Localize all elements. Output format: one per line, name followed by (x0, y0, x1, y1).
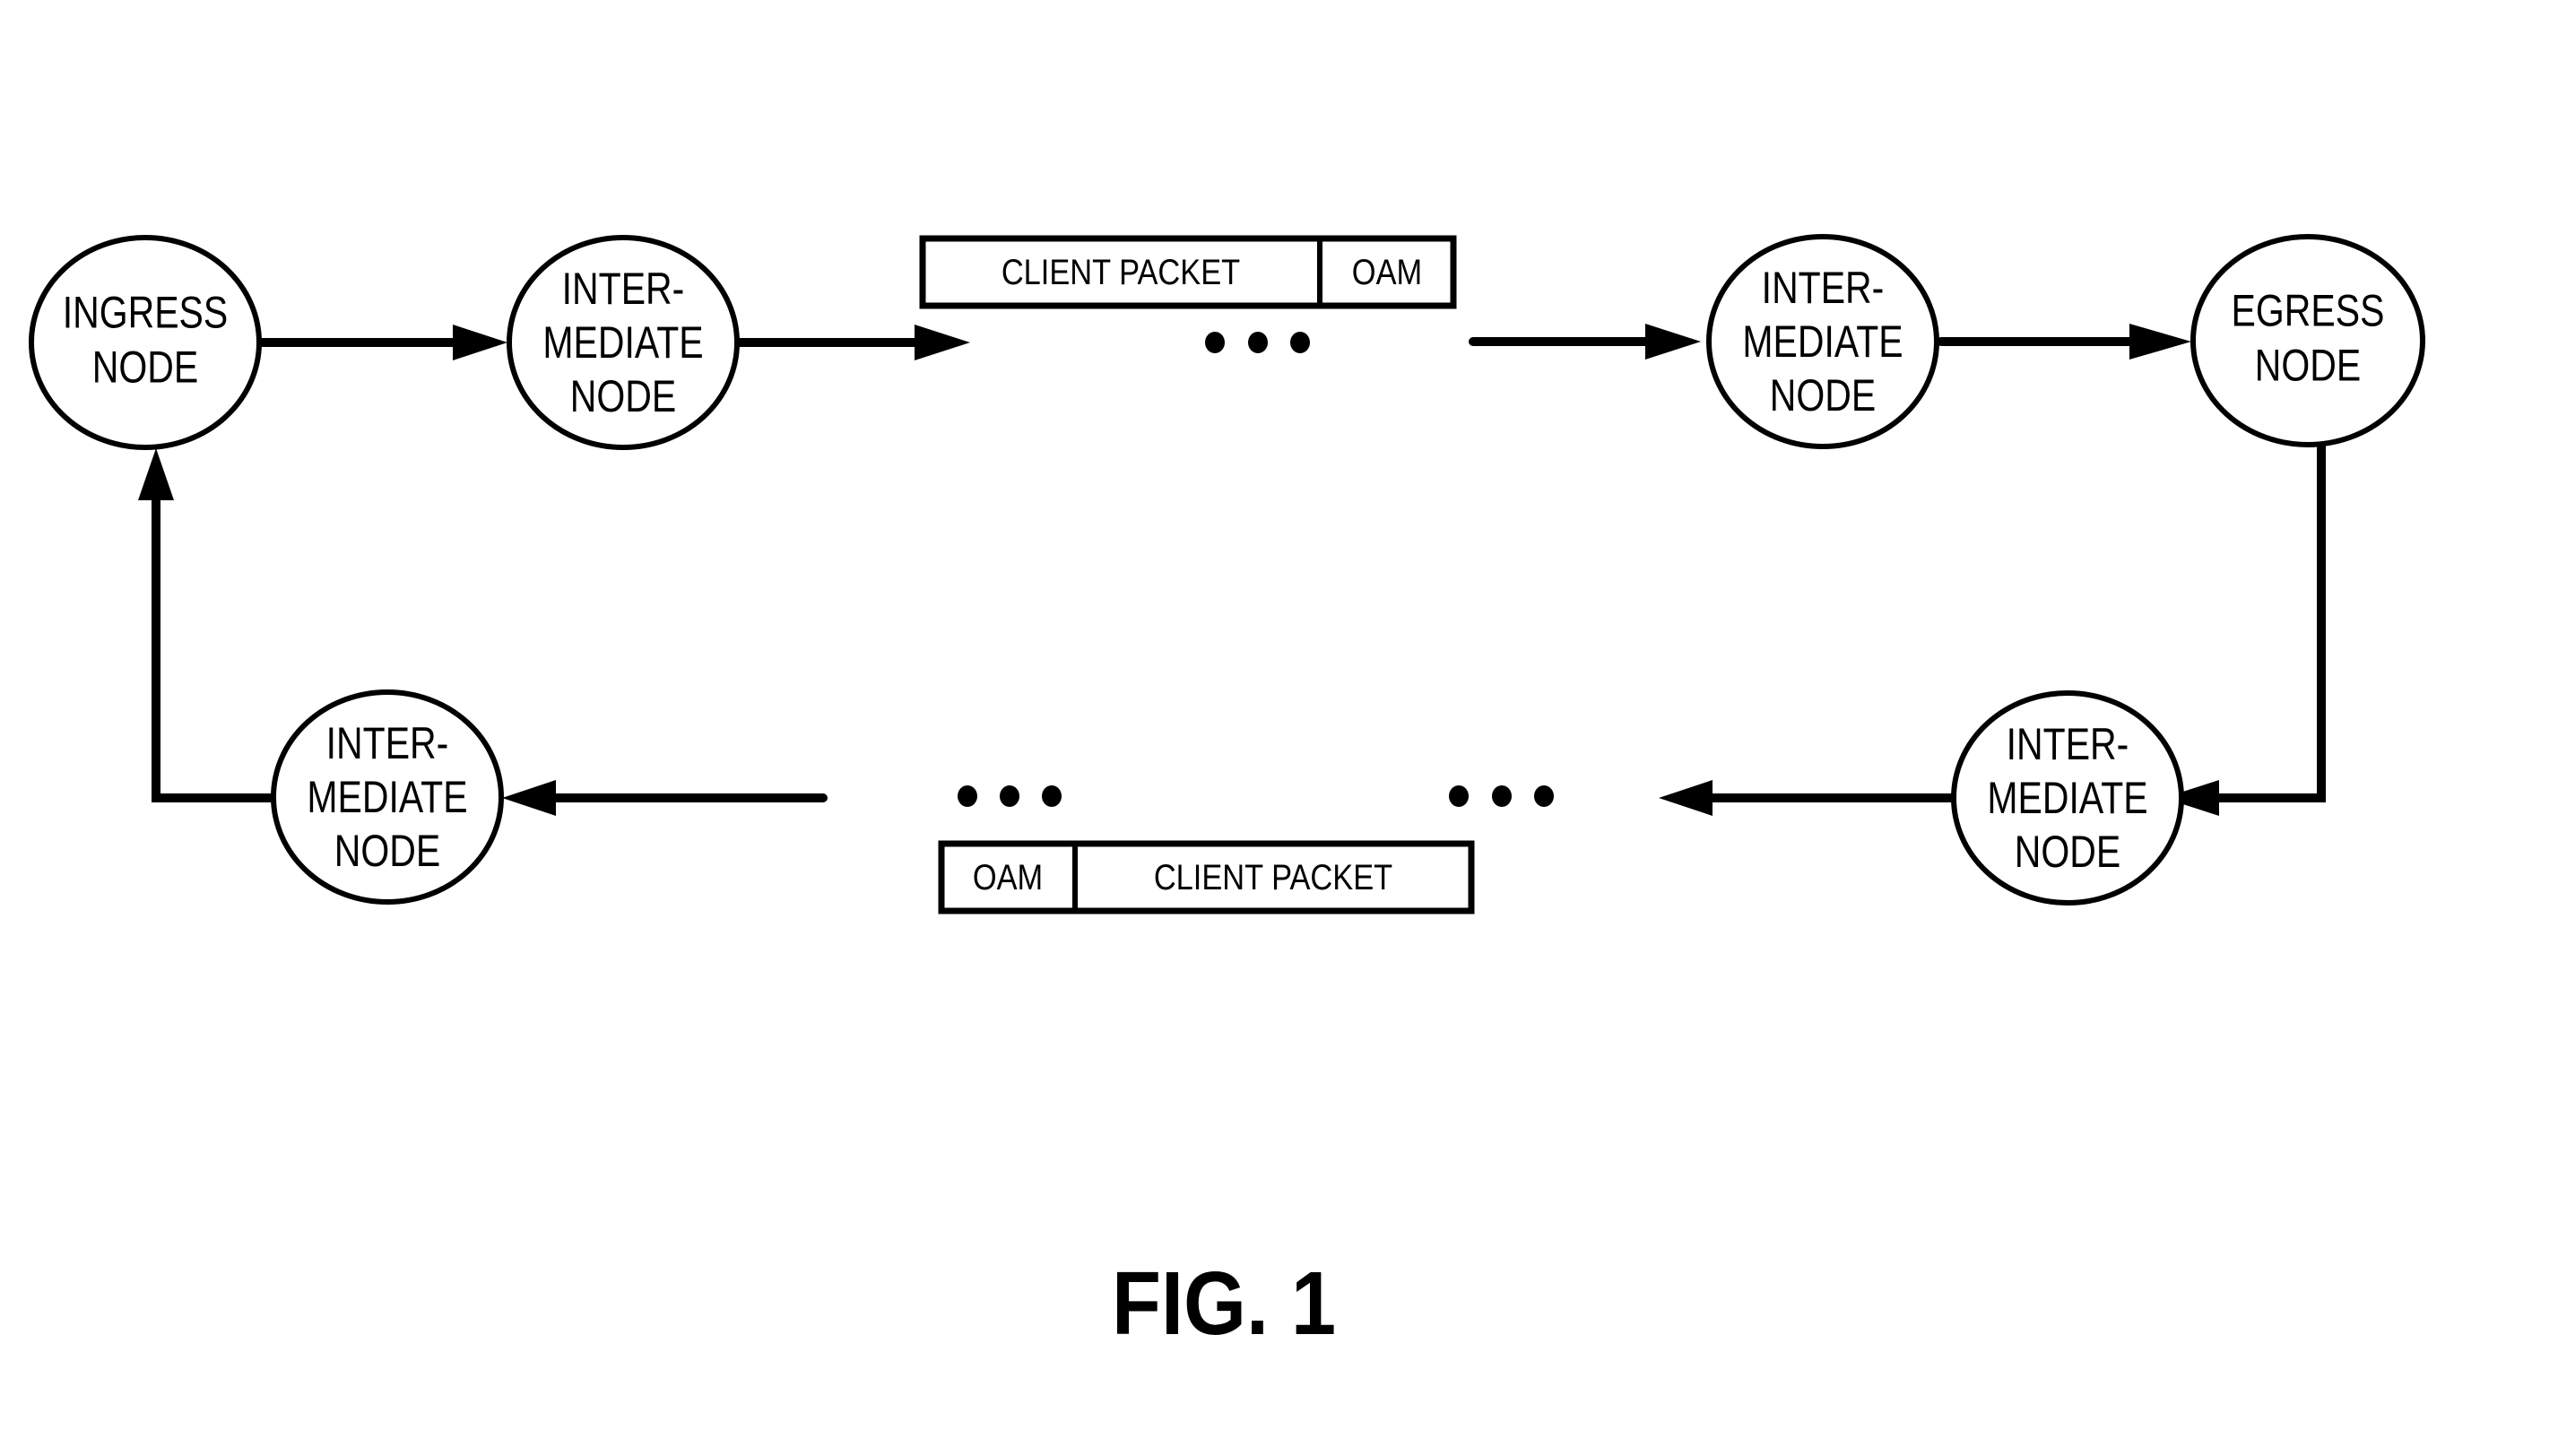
node-intermediate-3: INTER-MEDIATENODE (1951, 690, 2184, 906)
node-label-line: INTER- (562, 264, 685, 314)
ellipsis-bottom-left (958, 785, 1062, 807)
packet-return: OAM CLIENT PACKET (938, 840, 1475, 914)
node-label-line: INTER- (326, 718, 449, 768)
packet-field-client-packet: CLIENT PACKET (1154, 856, 1392, 897)
node-intermediate-4: INTER-MEDIATENODE (271, 689, 504, 905)
node-label-line: NODE (2255, 341, 2361, 391)
dot (1449, 785, 1469, 807)
network-loop-diagram: INGRESSNODEINTER-MEDIATENODEINTER-MEDIAT… (29, 234, 2425, 1354)
node-label-line: MEDIATE (307, 772, 467, 822)
dot (1248, 332, 1268, 353)
node-label-line: NODE (2015, 827, 2120, 877)
nodes: INGRESSNODEINTER-MEDIATENODEINTER-MEDIAT… (29, 234, 2425, 906)
arrowhead-up-icon (138, 448, 174, 500)
arrowhead-right-icon (915, 325, 970, 360)
edge-intermediate-4-to-ingress (152, 493, 278, 802)
dot (1205, 332, 1225, 353)
figure-caption: FIG. 1 (1112, 1254, 1336, 1354)
node-ingress: INGRESSNODE (29, 235, 262, 450)
dot (1000, 785, 1019, 807)
node-label-line: INTER- (1762, 263, 1885, 313)
node-egress: EGRESSNODE (2190, 234, 2425, 447)
dot (1290, 332, 1310, 353)
packet-forward: CLIENT PACKET OAM (919, 235, 1457, 309)
dot (1042, 785, 1062, 807)
ellipsis-top (1205, 332, 1310, 353)
arrowhead-right-icon (2129, 324, 2191, 360)
packet-field-oam: OAM (973, 856, 1043, 897)
ellipsis-bottom-right (1449, 785, 1554, 807)
packet-field-client-packet: CLIENT PACKET (1002, 251, 1240, 291)
node-label-line: INGRESS (63, 288, 229, 338)
arrowhead-left-icon (1659, 780, 1713, 816)
node-label-line: NODE (334, 826, 440, 876)
dot (958, 785, 977, 807)
arrowhead-right-icon (1645, 324, 1701, 360)
node-label-line: INTER- (2007, 719, 2129, 769)
dot (1492, 785, 1512, 807)
packet-field-oam: OAM (1352, 251, 1422, 291)
node-label-line: EGRESS (2232, 286, 2385, 336)
arrowhead-left-icon (502, 780, 556, 816)
edge-egress-to-intermediate-3 (2210, 439, 2326, 802)
dot (1534, 785, 1554, 807)
node-label-line: NODE (92, 342, 198, 393)
node-label-line: MEDIATE (1987, 773, 2147, 823)
node-label-line: MEDIATE (542, 317, 703, 368)
node-label-line: NODE (1770, 370, 1876, 420)
arrowhead-right-icon (453, 325, 507, 360)
node-label-line: NODE (570, 371, 676, 421)
node-intermediate-2: INTER-MEDIATENODE (1706, 234, 1939, 449)
node-intermediate-1: INTER-MEDIATENODE (507, 235, 740, 450)
node-label-line: MEDIATE (1742, 316, 1903, 367)
